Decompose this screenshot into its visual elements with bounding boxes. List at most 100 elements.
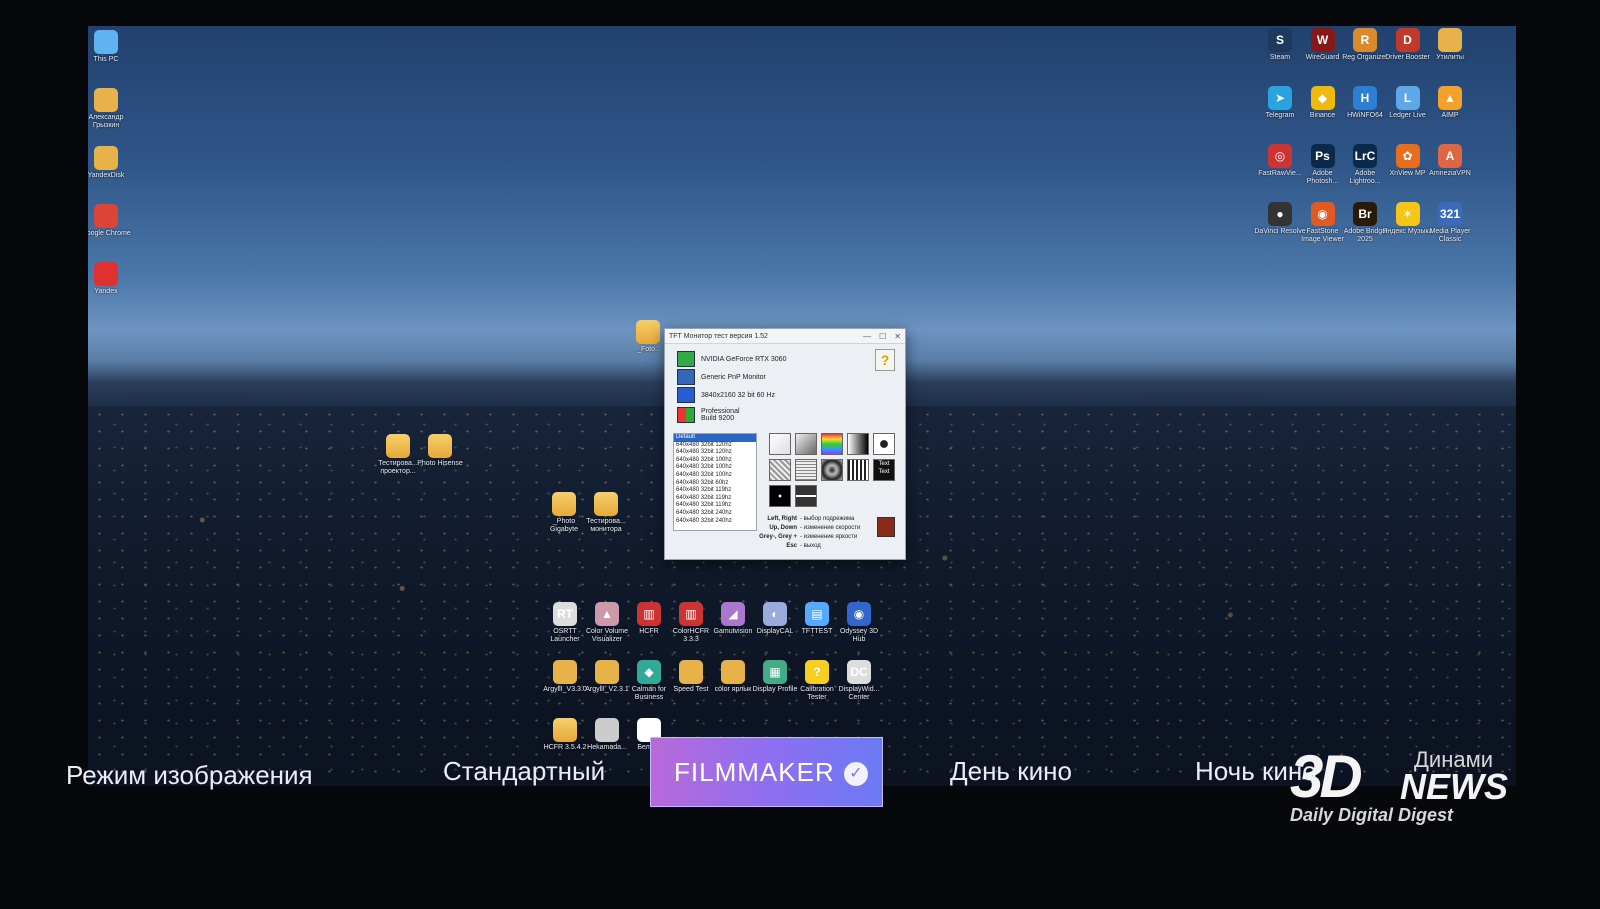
color-volume-icon: ▲ (595, 602, 619, 626)
resolution-label: 3840x2160 32 bit 60 Hz (701, 391, 775, 399)
osrtt-icon: RT (553, 602, 577, 626)
window-titlebar[interactable]: TFT Монитор тест версия 1.52 — ☐ ✕ (665, 329, 905, 344)
hotkey-description: - изменение скорости (800, 525, 861, 531)
folder-icon (679, 660, 703, 684)
folder-icon (553, 660, 577, 684)
pattern-text-button[interactable]: Text Text (873, 459, 895, 481)
user-folder-icon (94, 88, 118, 112)
desktop-shortcut[interactable]: A AmneziaVPN (1424, 144, 1476, 178)
folder-icon (552, 492, 576, 516)
shortcut-label: AmneziaVPN (1429, 170, 1471, 177)
hotkey-row: Grey-, Grey + - изменение яркости (757, 533, 860, 542)
minimize-icon[interactable]: — (863, 332, 871, 341)
os-label: Professional Build 9200 (701, 408, 740, 422)
video-mode-item[interactable]: 640x480 32bit 119hz (674, 502, 756, 510)
hotkey-legend: Left, Right - выбор подрежима Up, Down - из… (757, 515, 860, 551)
video-mode-item[interactable]: 640x480 32bit 119hz (674, 495, 756, 503)
monitor-icon (94, 30, 118, 54)
pattern-color-bars-button[interactable] (821, 433, 843, 455)
desktop-shortcut[interactable]: YandexDisk (88, 146, 132, 180)
os-line2: Build 9200 (701, 415, 735, 422)
wireguard-icon: W (1310, 28, 1335, 52)
folder-icon (386, 434, 410, 458)
pattern-circle-button[interactable] (873, 433, 895, 455)
calman-icon: ◆ (637, 660, 661, 684)
yandex-icon (94, 262, 118, 286)
pattern-gradient-button[interactable] (795, 433, 817, 455)
display-profile-icon: ▦ (763, 660, 787, 684)
shortcut-label: DisplayWid... Center (838, 686, 880, 701)
desktop-shortcut[interactable]: Утилиты (1424, 28, 1476, 62)
video-mode-item[interactable]: 640x480 32bit 120hz (674, 449, 756, 457)
video-mode-item[interactable]: Default (674, 434, 756, 442)
pattern-gray-bars-button[interactable] (847, 433, 869, 455)
folder-icon (594, 492, 618, 516)
close-icon[interactable]: ✕ (894, 332, 901, 341)
shortcut-label: Odyssey 3D Hub (839, 628, 879, 643)
pattern-lines-button[interactable] (795, 485, 817, 507)
pattern-grid-button[interactable] (847, 459, 869, 481)
option-day-cinema[interactable]: День кино (950, 756, 1072, 787)
desktop-shortcut[interactable]: 321 Media Player Classic (1424, 202, 1476, 244)
desktop-shortcut[interactable]: DC DisplayWid... Center (833, 660, 885, 702)
pattern-checker-button[interactable] (769, 459, 791, 481)
resolution-row: 3840x2160 32 bit 60 Hz (677, 387, 775, 403)
check-icon: ✓ (844, 762, 868, 786)
video-mode-item[interactable]: 640x480 32bit 119hz (674, 487, 756, 495)
shortcut-label: Google Chrome (88, 230, 131, 237)
yandex-music-icon: ✶ (1395, 202, 1420, 226)
folder-icon (721, 660, 745, 684)
gpu-icon (677, 351, 695, 367)
shortcut-label: Media Player Classic (1429, 228, 1471, 243)
watermark-3d: 3D (1290, 743, 1363, 810)
tft-monitor-test-window[interactable]: TFT Монитор тест версия 1.52 — ☐ ✕ NVIDI… (664, 328, 906, 560)
video-mode-item[interactable]: 640x480 32bit 120hz (674, 442, 756, 450)
window-title: TFT Монитор тест версия 1.52 (669, 332, 768, 340)
desktop-shortcut[interactable]: Александр Грызкин (88, 88, 132, 130)
maximize-icon[interactable]: ☐ (879, 332, 886, 341)
pattern-white-button[interactable] (769, 433, 791, 455)
video-mode-item[interactable]: 640x480 32bit 100hz (674, 457, 756, 465)
monitor-row: Generic PnP Monitor (677, 369, 766, 385)
video-mode-list[interactable]: Default 640x480 32bit 120hz 640x480 32bit … (673, 433, 757, 531)
pattern-moire-button[interactable] (821, 459, 843, 481)
mpc-icon: 321 (1438, 202, 1462, 226)
shortcut-label: Александр Грызкин (88, 114, 124, 129)
video-mode-item[interactable]: 640x480 32bit 60hz (674, 480, 756, 488)
os-line1: Professional (701, 408, 740, 415)
desktop-shortcut[interactable]: Тестирова... монитора (580, 492, 632, 534)
option-standard[interactable]: Стандартный (443, 756, 605, 787)
video-mode-item[interactable]: 640x480 32bit 240hz (674, 510, 756, 518)
desktop-shortcut[interactable]: This PC (88, 30, 132, 64)
option-filmmaker-label: FILMMAKER (674, 757, 835, 787)
desktop-shortcut[interactable]: Google Chrome (88, 204, 132, 238)
exit-icon[interactable] (877, 517, 895, 537)
desktop-shortcut[interactable]: ◉ Odyssey 3D Hub (833, 602, 885, 644)
desktop-shortcut[interactable]: Yandex (88, 262, 132, 296)
folder-icon (94, 146, 118, 170)
video-mode-item[interactable]: 640x480 32bit 100hz (674, 464, 756, 472)
folder-icon (428, 434, 452, 458)
desktop-screen: This PC Александр Грызкин YandexDisk Google… (88, 26, 1516, 786)
monitor-icon (677, 369, 695, 385)
shortcut-label: Тестирова... монитора (586, 518, 626, 533)
pattern-black-button[interactable] (769, 485, 791, 507)
pattern-dots-button[interactable] (795, 459, 817, 481)
watermark-tagline: Daily Digital Digest (1290, 805, 1454, 825)
amnezia-icon: A (1438, 144, 1462, 168)
help-button[interactable]: ? (875, 349, 895, 371)
folder-icon (1438, 28, 1462, 52)
hotkey-row: Up, Down - изменение скорости (757, 524, 860, 533)
driver-booster-icon: D (1395, 28, 1420, 52)
displaywidget-icon: DC (847, 660, 871, 684)
option-filmmaker[interactable]: FILMMAKER ✓ (650, 737, 883, 807)
os-row: Professional Build 9200 (677, 407, 740, 423)
video-mode-item[interactable]: 640x480 32bit 100hz (674, 472, 756, 480)
video-mode-item[interactable]: 640x480 32bit 240hz (674, 518, 756, 526)
shortcut-label: YandexDisk (88, 172, 125, 179)
hcfr-icon: ▥ (637, 602, 661, 626)
desktop-shortcut[interactable]: ▲ AIMP (1424, 86, 1476, 120)
hotkey-key: Grey-, Grey + (759, 534, 797, 540)
desktop-shortcut[interactable]: Photo Hisense (414, 434, 466, 468)
fastrawviewer-icon: ◎ (1268, 144, 1292, 168)
